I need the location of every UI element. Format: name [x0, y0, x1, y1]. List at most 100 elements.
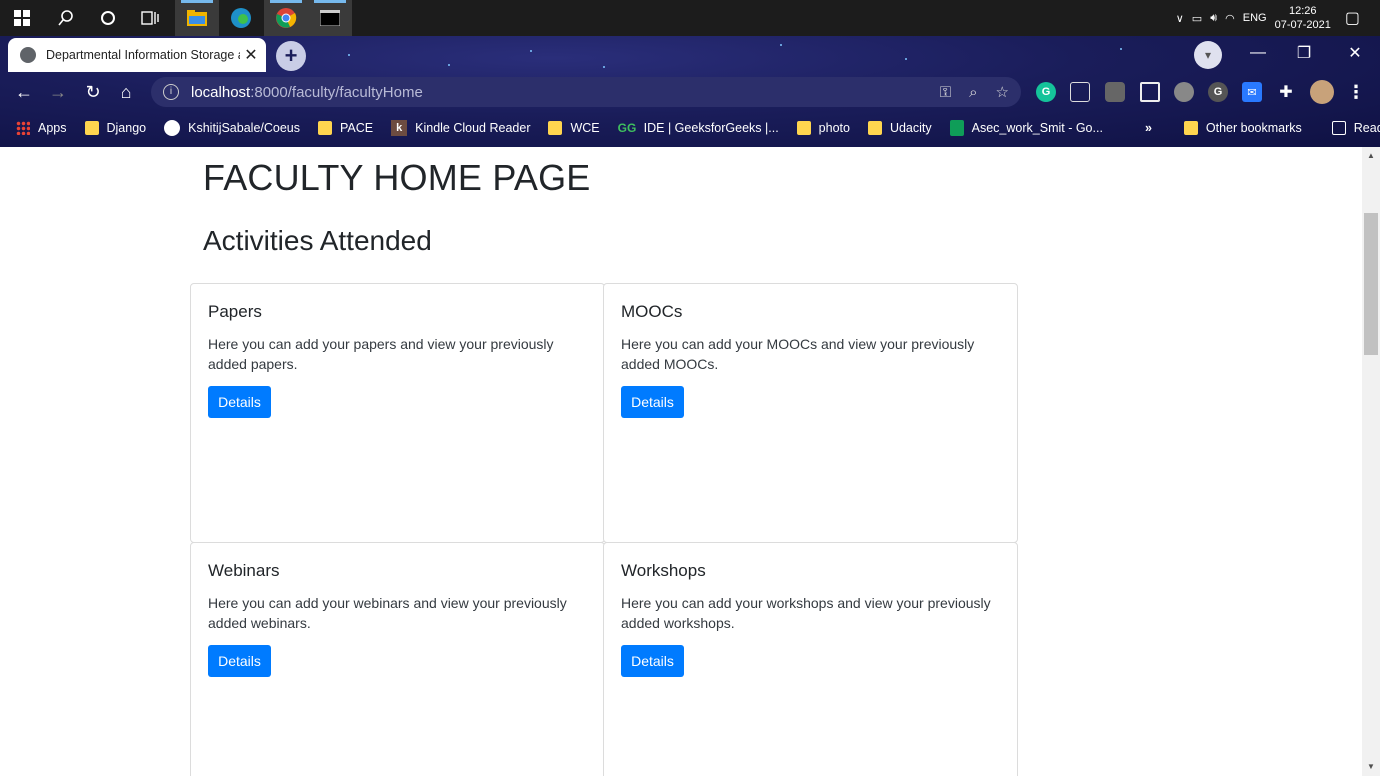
- bookmark-photo[interactable]: photo: [796, 121, 850, 135]
- bookmarks-bar: Apps Django KshitijSabale/Coeus PACE k Ki…: [0, 112, 1380, 144]
- key-icon[interactable]: ⚿: [940, 84, 951, 101]
- papers-details-button[interactable]: Details: [208, 386, 271, 418]
- github-icon: [164, 120, 181, 136]
- page-title: FACULTY HOME PAGE: [203, 157, 591, 198]
- address-bar[interactable]: i localhost:8000/faculty/facultyHome ⚿ ⌕…: [151, 77, 1021, 107]
- bookmark-github[interactable]: KshitijSabale/Coeus: [164, 120, 300, 136]
- chevron-up-icon[interactable]: ∨: [1176, 12, 1184, 25]
- close-tab-icon[interactable]: ✕: [240, 45, 262, 65]
- close-window-button[interactable]: ✕: [1332, 36, 1378, 70]
- clock[interactable]: 12:26 07-07-2021: [1275, 4, 1331, 32]
- folder-icon: [318, 121, 332, 135]
- bookmark-star-icon[interactable]: ☆: [996, 83, 1009, 101]
- grammarly-icon[interactable]: G: [1036, 82, 1056, 102]
- cortana-icon[interactable]: [86, 0, 130, 36]
- bookmark-wce[interactable]: WCE: [548, 121, 600, 135]
- folder-icon: [84, 121, 99, 135]
- reader-extension-icon[interactable]: [1140, 82, 1160, 102]
- search-icon[interactable]: [44, 0, 88, 36]
- zoom-icon[interactable]: ⌕: [969, 84, 977, 101]
- bookmark-pace[interactable]: PACE: [318, 121, 373, 135]
- folder-icon: [548, 121, 563, 135]
- webinars-details-button[interactable]: Details: [208, 645, 271, 677]
- reading-list[interactable]: Reading list: [1331, 121, 1380, 135]
- battery-icon[interactable]: ▭: [1192, 12, 1202, 25]
- bookmark-django[interactable]: Django: [84, 121, 146, 135]
- scroll-up-icon[interactable]: ▲: [1362, 149, 1380, 163]
- email-extension-icon[interactable]: ✉: [1242, 82, 1262, 102]
- gfg-icon: GG: [617, 121, 637, 135]
- bookmark-gfg[interactable]: GG IDE | GeeksforGeeks |...: [618, 121, 779, 135]
- restore-button[interactable]: ❐: [1281, 36, 1327, 70]
- language-indicator[interactable]: ENG: [1243, 12, 1267, 24]
- card-description: Here you can add your papers and view yo…: [208, 336, 554, 372]
- cookie-icon[interactable]: [1174, 82, 1194, 102]
- windows-taskbar: ∨ ▭ 🔊︎ ◠ ENG 12:26 07-07-2021 ▢: [0, 0, 1380, 36]
- reload-icon[interactable]: ↻: [79, 78, 107, 106]
- tab-search-icon[interactable]: ▾: [1194, 41, 1222, 69]
- kindle-icon: k: [391, 120, 408, 136]
- card-description: Here you can add your workshops and view…: [621, 595, 991, 631]
- bookmark-apps[interactable]: Apps: [16, 121, 67, 135]
- system-tray: ∨ ▭ 🔊︎ ◠ ENG 12:26 07-07-2021 ▢: [1176, 0, 1380, 36]
- card-title: Papers: [208, 302, 262, 321]
- apps-icon: [16, 121, 30, 135]
- card-description: Here you can add your MOOCs and view you…: [621, 336, 975, 372]
- puzzle-icon[interactable]: ✚: [1276, 82, 1296, 102]
- browser-chrome: Departmental Information Storage a ✕ + ▾…: [0, 36, 1380, 147]
- task-view-icon[interactable]: [128, 0, 172, 36]
- workshops-details-button[interactable]: Details: [621, 645, 684, 677]
- url-host: localhost: [191, 83, 251, 101]
- card-papers: Papers Here you can add your papers and …: [190, 283, 605, 543]
- new-tab-button[interactable]: +: [276, 41, 306, 71]
- extension-icon[interactable]: [1105, 82, 1125, 102]
- bookmark-udacity[interactable]: Udacity: [867, 121, 932, 135]
- tab-title: Departmental Information Storage a: [46, 48, 240, 62]
- terminal-icon[interactable]: [308, 0, 352, 36]
- folder-icon: [796, 121, 811, 135]
- file-explorer-icon[interactable]: [175, 0, 219, 36]
- card-workshops: Workshops Here you can add your workshop…: [603, 542, 1018, 776]
- clock-time: 12:26: [1288, 5, 1317, 17]
- minimize-button[interactable]: —: [1235, 36, 1281, 70]
- page-content: FACULTY HOME PAGE Activities Attended Pa…: [0, 147, 1362, 776]
- reading-list-icon: [1331, 121, 1346, 135]
- card-webinars: Webinars Here you can add your webinars …: [190, 542, 605, 776]
- card-moocs: MOOCs Here you can add your MOOCs and vi…: [603, 283, 1018, 543]
- notifications-icon[interactable]: ▢: [1345, 8, 1360, 28]
- forward-icon[interactable]: →: [44, 78, 72, 106]
- wifi-icon[interactable]: ◠: [1225, 12, 1235, 25]
- bookmark-kindle[interactable]: k Kindle Cloud Reader: [391, 120, 530, 136]
- browser-toolbar: ← → ↻ ⌂ i localhost:8000/faculty/faculty…: [0, 74, 1380, 110]
- site-info-icon[interactable]: i: [163, 84, 179, 100]
- edge-icon[interactable]: [219, 0, 263, 36]
- moocs-details-button[interactable]: Details: [621, 386, 684, 418]
- profile-avatar[interactable]: [1310, 80, 1334, 104]
- windows-start-icon[interactable]: [0, 0, 44, 36]
- clock-date: 07-07-2021: [1274, 19, 1331, 31]
- card-description: Here you can add your webinars and view …: [208, 595, 567, 631]
- sheets-icon: [949, 120, 964, 136]
- more-bookmarks-icon[interactable]: »: [1145, 121, 1152, 135]
- back-icon[interactable]: ←: [10, 78, 38, 106]
- card-title: Workshops: [621, 561, 706, 580]
- card-title: Webinars: [208, 561, 280, 580]
- vertical-scrollbar[interactable]: ▲ ▼: [1362, 147, 1380, 776]
- scrollbar-thumb[interactable]: [1364, 213, 1378, 355]
- menu-icon[interactable]: ⋮: [1346, 82, 1366, 102]
- volume-icon[interactable]: 🔊︎: [1210, 12, 1217, 25]
- omnibox-actions: ⚿ ⌕ ☆: [940, 77, 1009, 107]
- chrome-icon[interactable]: [264, 0, 308, 36]
- section-heading: Activities Attended: [203, 225, 432, 256]
- card-title: MOOCs: [621, 302, 683, 321]
- browser-tab[interactable]: Departmental Information Storage a ✕: [8, 38, 266, 72]
- g-extension-icon[interactable]: G: [1208, 82, 1228, 102]
- folder-icon: [867, 121, 882, 135]
- other-bookmarks[interactable]: Other bookmarks: [1183, 121, 1302, 135]
- url-path: :8000/faculty/facultyHome: [250, 83, 423, 101]
- home-icon[interactable]: ⌂: [112, 78, 140, 106]
- bookmark-sheets[interactable]: Asec_work_Smit - Go...: [949, 120, 1103, 136]
- folder-icon: [1183, 121, 1198, 135]
- shield-icon[interactable]: [1070, 82, 1090, 102]
- scroll-down-icon[interactable]: ▼: [1362, 760, 1380, 774]
